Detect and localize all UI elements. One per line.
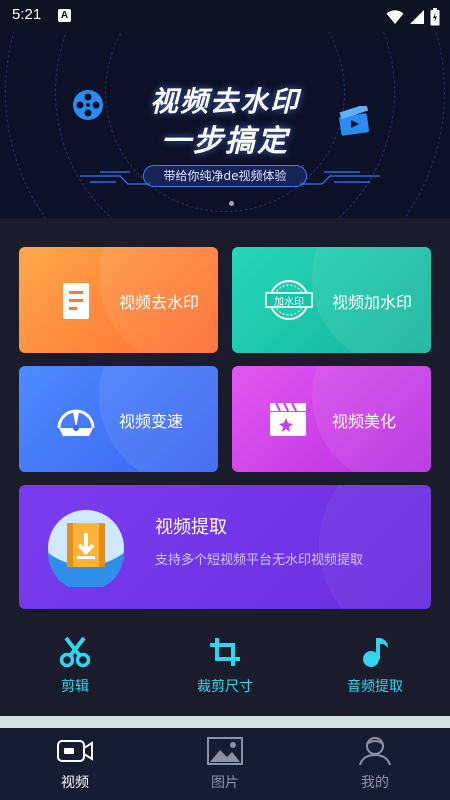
circuit-decor-right xyxy=(300,171,380,186)
signal-icon xyxy=(409,9,424,24)
video-speed-card[interactable]: 视频变速 xyxy=(19,366,218,472)
add-watermark-card[interactable]: 加水印 视频加水印 xyxy=(232,247,431,353)
banner-title-line1: 视频去水印 xyxy=(149,85,300,118)
video-extract-card[interactable]: 视频提取 支持多个短视频平台无水印视频提取 xyxy=(19,485,431,609)
wifi-icon xyxy=(386,9,404,24)
video-camera-icon xyxy=(57,740,93,762)
card-decor xyxy=(319,485,431,609)
tool-audio-label: 音频提取 xyxy=(347,679,403,695)
battery-icon xyxy=(430,7,440,25)
remove-watermark-label: 视频去水印 xyxy=(119,293,200,312)
ad-strip xyxy=(0,716,450,728)
promo-banner[interactable]: 视频去水印 一步搞定 带给你纯净de视频体验 xyxy=(0,32,450,218)
status-icons xyxy=(386,6,440,26)
screen: 5:21 A 视频去水印 一步搞定 带给你纯净de视频体验 视频去水印 加水印 … xyxy=(0,0,450,800)
add-watermark-stamp-text: 加水印 xyxy=(274,297,304,308)
tool-crop[interactable]: 裁剪尺寸 xyxy=(175,636,275,696)
circuit-decor-left xyxy=(80,171,150,186)
video-extract-title: 视频提取 xyxy=(155,517,227,538)
document-icon xyxy=(63,283,89,319)
nav-tab-video-label: 视频 xyxy=(61,775,89,791)
banner-title-line2: 一步搞定 xyxy=(161,124,289,159)
speedometer-icon xyxy=(57,409,95,436)
video-speed-label: 视频变速 xyxy=(119,412,184,431)
download-video-icon xyxy=(48,510,124,587)
tool-crop-label: 裁剪尺寸 xyxy=(197,679,253,695)
remove-watermark-card[interactable]: 视频去水印 xyxy=(19,247,218,353)
video-beautify-label: 视频美化 xyxy=(332,412,397,431)
magic-clapper-icon xyxy=(270,402,306,436)
nav-tab-mine[interactable]: 我的 xyxy=(325,736,425,792)
crop-icon xyxy=(210,638,240,666)
carousel-indicator[interactable] xyxy=(229,201,234,206)
tool-audio-extract[interactable]: 音频提取 xyxy=(325,636,425,696)
banner-subtitle: 带给你纯净de视频体验 xyxy=(143,165,307,187)
video-extract-description: 支持多个短视频平台无水印视频提取 xyxy=(155,553,364,568)
tool-cut-label: 剪辑 xyxy=(61,679,89,695)
add-watermark-label: 视频加水印 xyxy=(332,293,413,312)
notification-a-icon: A xyxy=(58,9,71,22)
video-beautify-card[interactable]: 视频美化 xyxy=(232,366,431,472)
nav-tab-mine-label: 我的 xyxy=(361,775,389,791)
nav-tab-image[interactable]: 图片 xyxy=(175,736,275,792)
scissors-icon xyxy=(59,636,91,668)
user-profile-icon xyxy=(359,737,391,766)
nav-tab-image-label: 图片 xyxy=(211,775,239,791)
image-icon xyxy=(207,737,243,765)
music-note-icon xyxy=(363,638,388,667)
status-bar: 5:21 A xyxy=(0,0,450,32)
tool-cut[interactable]: 剪辑 xyxy=(25,636,125,696)
status-time: 5:21 xyxy=(12,6,42,23)
nav-tab-video[interactable]: 视频 xyxy=(25,736,125,792)
bottom-nav: 视频 图片 我的 xyxy=(0,728,450,800)
